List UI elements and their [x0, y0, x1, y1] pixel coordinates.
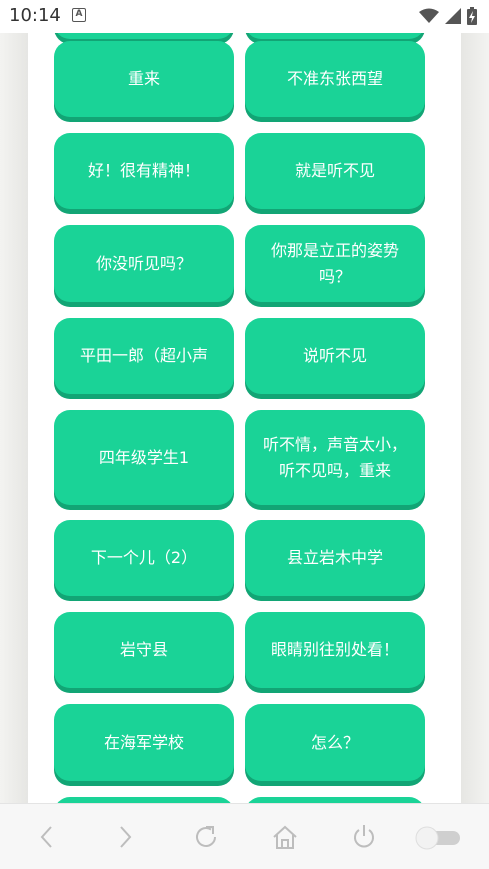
cell-signal-icon: [445, 8, 461, 24]
battery-charging-icon: [467, 7, 477, 25]
wifi-icon: [419, 8, 439, 23]
sound-button[interactable]: 听不情，声音太小，听不见吗，重来: [245, 410, 425, 505]
sound-button[interactable]: 岩守县: [54, 612, 234, 688]
sound-button[interactable]: 平田一郎（超小声: [54, 318, 234, 394]
sound-button[interactable]: 你没听见吗？: [54, 225, 234, 302]
refresh-icon[interactable]: [191, 822, 221, 852]
sound-button[interactable]: 下一个儿（2）: [54, 520, 234, 596]
right-frame: [461, 33, 489, 803]
back-icon[interactable]: [32, 822, 62, 852]
sound-button[interactable]: 重来: [54, 41, 234, 117]
forward-icon[interactable]: [110, 822, 140, 852]
sound-button[interactable]: 你那是立正的姿势吗？: [245, 225, 425, 302]
sound-button[interactable]: 四年级学生1: [54, 410, 234, 505]
home-icon[interactable]: [270, 822, 300, 852]
sound-button[interactable]: 好！很有精神！: [54, 133, 234, 209]
toggle-switch[interactable]: [414, 826, 462, 850]
browser-nav-bar: [0, 803, 489, 869]
sound-button[interactable]: 县立岩木中学: [245, 520, 425, 596]
power-icon[interactable]: [349, 822, 379, 852]
notification-a-icon: A: [72, 8, 86, 22]
sound-button-partial-top-right[interactable]: [245, 33, 425, 39]
sound-button[interactable]: 不准东张西望: [245, 41, 425, 117]
sound-button[interactable]: 说听不见: [245, 318, 425, 394]
status-time: 10:14: [9, 5, 61, 26]
sound-button[interactable]: 眼睛别往别处看！: [245, 612, 425, 688]
sound-button-partial-top-left[interactable]: [54, 33, 234, 39]
sound-button[interactable]: 在海军学校: [54, 704, 234, 781]
sound-button[interactable]: 怎么？: [245, 704, 425, 781]
status-icons: [419, 7, 477, 25]
sound-button[interactable]: 就是听不见: [245, 133, 425, 209]
left-frame: [0, 33, 28, 803]
sound-button-grid[interactable]: 重来 不准东张西望 好！很有精神！ 就是听不见 你没听见吗？ 你那是立正的姿势吗…: [28, 33, 461, 803]
status-bar: 10:14 A: [0, 0, 489, 33]
